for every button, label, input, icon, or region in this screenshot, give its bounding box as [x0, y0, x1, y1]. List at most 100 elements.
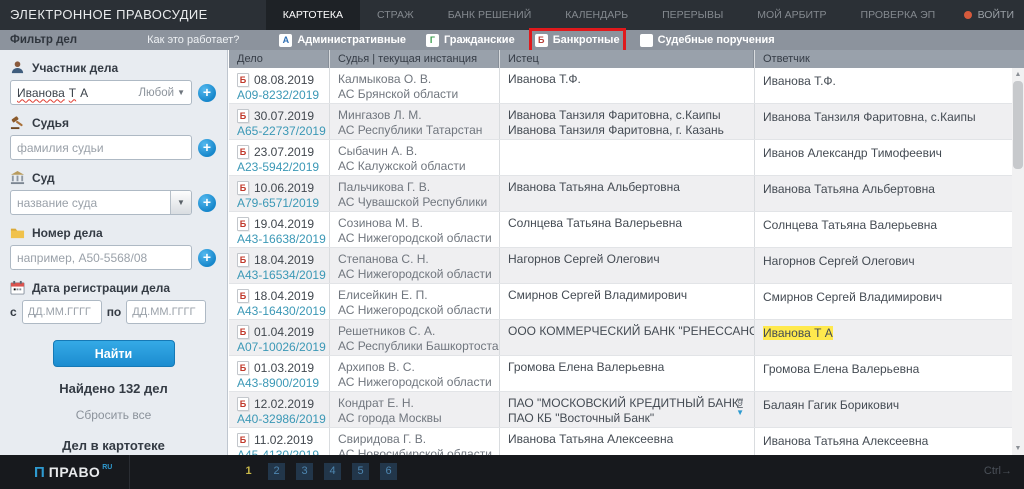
bankruptcy-case-icon: Б [237, 253, 249, 267]
login-button[interactable]: ВОЙТИ [964, 0, 1014, 30]
column-plaintiff: Истец [499, 50, 754, 68]
court-select[interactable]: название суда ▼ [10, 190, 192, 215]
tab-bankruptcy[interactable]: Б Банкротные [535, 34, 620, 47]
case-number-section-label: Номер дела [10, 225, 227, 240]
table-row[interactable]: Б01.03.2019 А43-8900/2019 Архипов В. С.А… [229, 356, 1024, 392]
table-row[interactable]: Б19.04.2019 А43-16638/2019 Созинова М. В… [229, 212, 1024, 248]
reg-date-section-label: Дата регистрации дела [10, 280, 227, 295]
civil-icon: Г [426, 34, 439, 47]
add-judge-button[interactable]: + [198, 139, 216, 157]
nav-strazh[interactable]: СТРАЖ [360, 0, 431, 30]
pravo-ru-logo[interactable]: П ПРАВО RU [0, 455, 130, 489]
tab-court-orders[interactable]: Судебные поручения [640, 34, 775, 47]
nav-pereryvy[interactable]: ПЕРЕРЫВЫ [645, 0, 740, 30]
chevron-down-icon[interactable]: ▼ [170, 191, 191, 214]
bankruptcy-case-icon: Б [237, 109, 249, 123]
case-number-link[interactable]: А23-5942/2019 [237, 160, 329, 174]
column-defendant: Ответчик [754, 50, 1024, 68]
highlighted-match: Иванова Т А [763, 326, 833, 340]
app-root: ЭЛЕКТРОННОЕ ПРАВОСУДИЕ КАРТОТЕКА СТРАЖ Б… [0, 0, 1024, 489]
person-icon [10, 60, 25, 75]
judge-section-label: Судья [10, 115, 227, 130]
date-from-label: с [10, 305, 17, 319]
filter-bar: Фильтр дел Как это работает? А Администр… [0, 30, 1024, 50]
table-row[interactable]: Б18.04.2019 А43-16534/2019 Степанова С. … [229, 248, 1024, 284]
reset-all-link[interactable]: Сбросить все [0, 408, 227, 422]
scroll-up-icon[interactable]: ▲ [1012, 68, 1024, 81]
case-number-input[interactable] [10, 245, 192, 270]
scroll-down-icon[interactable]: ▼ [1012, 442, 1024, 455]
table-row[interactable]: Б01.04.2019 А07-10026/2019 Решетников С.… [229, 320, 1024, 356]
login-label: ВОЙТИ [978, 9, 1014, 21]
case-number-link[interactable]: А40-32986/2019 [237, 412, 329, 426]
case-number-link[interactable]: А43-16430/2019 [237, 304, 329, 318]
participant-section-label: Участник дела [10, 60, 227, 75]
tab-civil[interactable]: Г Гражданские [426, 34, 515, 47]
case-number-link[interactable]: А45-4130/2019 [237, 448, 329, 455]
table-row[interactable]: Б10.06.2019 А79-6571/2019 Пальчикова Г. … [229, 176, 1024, 212]
add-case-number-button[interactable]: + [198, 249, 216, 267]
court-building-icon [10, 170, 25, 185]
bankruptcy-case-icon: Б [237, 397, 249, 411]
results-count: Найдено 132 дел [0, 381, 227, 396]
page-2[interactable]: 2 [268, 463, 285, 480]
page-3[interactable]: 3 [296, 463, 313, 480]
pravo-logo-icon: П [34, 464, 45, 481]
case-number-link[interactable]: А07-10026/2019 [237, 340, 329, 354]
cases-table: Дело Судья | текущая инстанция Истец Отв… [229, 50, 1024, 455]
court-section-label: Суд [10, 170, 227, 185]
filter-sidebar: Участник дела ИвановаТА Любой ▼ + Судья … [0, 50, 228, 455]
case-number-link[interactable]: А43-16534/2019 [237, 268, 329, 282]
table-row[interactable]: Б30.07.2019 А65-22737/2019 Мингазов Л. М… [229, 104, 1024, 140]
case-number-link[interactable]: А43-8900/2019 [237, 376, 329, 390]
table-row[interactable]: Б08.08.2019 A09-8232/2019 Калмыкова О. В… [229, 68, 1024, 104]
nav-moy-arbitr[interactable]: МОЙ АРБИТР [740, 0, 843, 30]
table-row[interactable]: Б11.02.2019 А45-4130/2019 Свиридова Г. В… [229, 428, 1024, 455]
page-1[interactable]: 1 [240, 463, 257, 480]
how-it-works-link[interactable]: Как это работает? [147, 34, 239, 46]
page-6[interactable]: 6 [380, 463, 397, 480]
bankruptcy-case-icon: Б [237, 73, 249, 87]
nav-proverka-ep[interactable]: ПРОВЕРКА ЭП [844, 0, 953, 30]
bankruptcy-icon: Б [535, 34, 548, 47]
case-number-link[interactable]: А43-16638/2019 [237, 232, 329, 246]
add-court-button[interactable]: + [198, 194, 216, 212]
chevron-down-icon: ▼ [177, 88, 185, 97]
participant-input[interactable]: ИвановаТА Любой ▼ [10, 80, 192, 105]
date-to-label: по [107, 305, 122, 319]
top-header: ЭЛЕКТРОННОЕ ПРАВОСУДИЕ КАРТОТЕКА СТРАЖ Б… [0, 0, 1024, 30]
filter-title: Фильтр дел [10, 34, 77, 46]
footer-bar: П ПРАВО RU 1 2 3 4 5 6 Ctrl→ [0, 455, 1024, 489]
more-parties-badge[interactable]: 9 ▼ [736, 399, 744, 417]
nav-kalendar[interactable]: КАЛЕНДАРЬ [548, 0, 645, 30]
add-participant-button[interactable]: + [198, 84, 216, 102]
gavel-icon [10, 115, 25, 130]
tab-administrative[interactable]: А Административные [279, 34, 406, 47]
case-number-link[interactable]: А65-22737/2019 [237, 124, 329, 138]
bankruptcy-case-icon: Б [237, 217, 249, 231]
bankruptcy-case-icon: Б [237, 325, 249, 339]
date-to-input[interactable] [126, 300, 206, 324]
administrative-icon: А [279, 34, 292, 47]
table-row[interactable]: Б12.02.2019 А40-32986/2019 Кондрат Е. Н.… [229, 392, 1024, 428]
bankruptcy-case-icon: Б [237, 145, 249, 159]
participant-scope-dropdown[interactable]: Любой ▼ [139, 87, 186, 99]
ctrl-scroll-hint: Ctrl→ [984, 465, 1012, 477]
date-from-input[interactable] [22, 300, 102, 324]
page-5[interactable]: 5 [352, 463, 369, 480]
nav-bank-resheniy[interactable]: БАНК РЕШЕНИЙ [431, 0, 549, 30]
folder-icon [10, 225, 25, 240]
column-judge: Судья | текущая инстанция [329, 50, 499, 68]
page-4[interactable]: 4 [324, 463, 341, 480]
nav-kartoteka[interactable]: КАРТОТЕКА [266, 0, 360, 30]
case-number-link[interactable]: А79-6571/2019 [237, 196, 329, 210]
case-number-link[interactable]: A09-8232/2019 [237, 88, 329, 102]
table-scrollbar[interactable]: ▲ ▼ [1012, 68, 1024, 455]
table-row[interactable]: Б23.07.2019 А23-5942/2019 Сыбачин А. В.А… [229, 140, 1024, 176]
bankruptcy-case-icon: Б [237, 289, 249, 303]
find-button[interactable]: Найти [53, 340, 175, 367]
status-dot-icon [964, 11, 972, 19]
scrollbar-thumb[interactable] [1013, 81, 1023, 169]
judge-input[interactable] [10, 135, 192, 160]
table-row[interactable]: Б18.04.2019 А43-16430/2019 Елисейкин Е. … [229, 284, 1024, 320]
